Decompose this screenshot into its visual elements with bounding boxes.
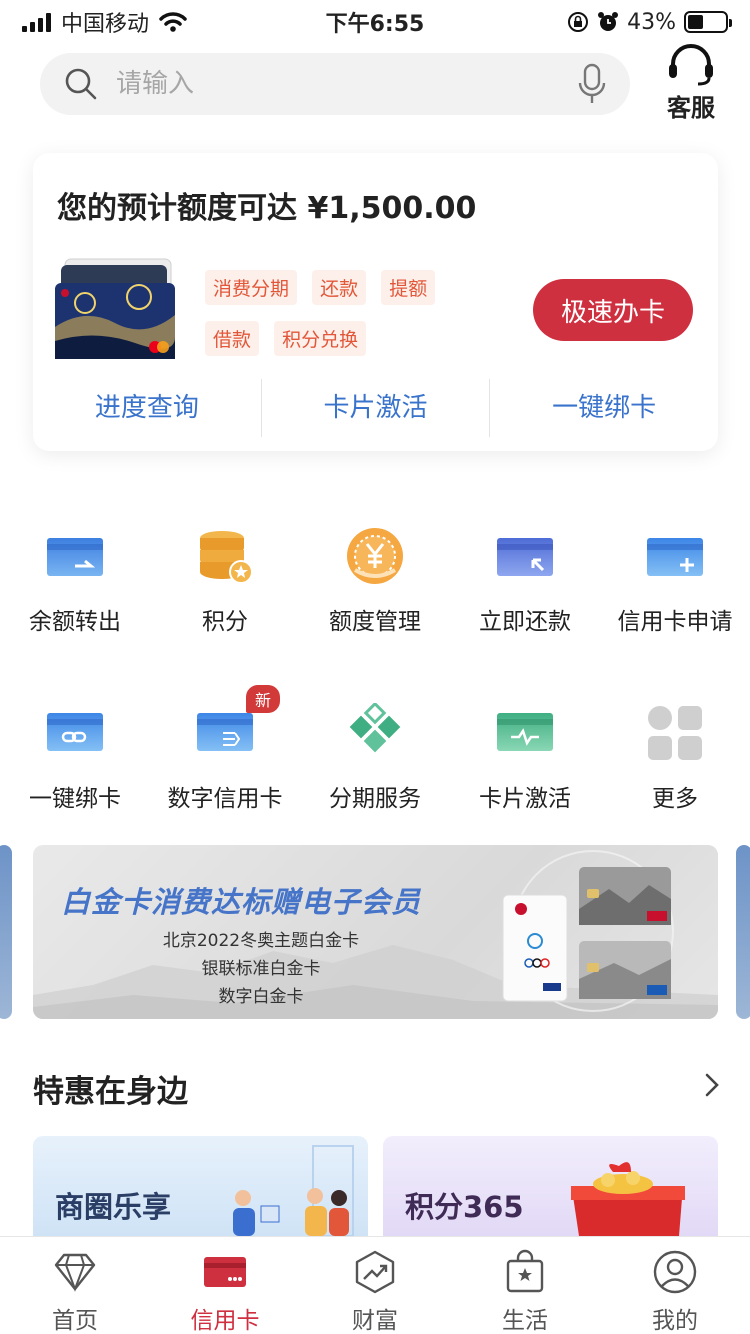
banner-line: 数字白金卡	[218, 987, 304, 1007]
promo-carousel[interactable]: 白金卡消费达标赠电子会员 北京2022冬奥主题白金卡 银联标准白金卡 数字白金卡	[0, 845, 750, 1019]
grid-item-repay-now[interactable]: 立即还款	[450, 526, 600, 636]
search-icon	[65, 68, 97, 100]
grid-item-balance-transfer[interactable]: 余额转出	[0, 526, 150, 636]
deal-title: 商圈乐享	[55, 1190, 172, 1224]
search-bar[interactable]	[40, 53, 630, 115]
rotation-lock-icon	[568, 12, 589, 32]
grid-label: 额度管理	[329, 609, 421, 635]
tag-loan[interactable]: 借款	[205, 321, 260, 356]
shopping-bag-icon	[506, 1249, 544, 1293]
card-activation-link[interactable]: 卡片激活	[262, 379, 491, 437]
prev-banner-peek[interactable]	[0, 845, 12, 1019]
grid-label: 一键绑卡	[29, 786, 121, 812]
battery-percent: 43%	[627, 9, 676, 35]
credit-limit-panel: 您的预计额度可达 ¥1,500.00 消费分期 还款 提额 借款 积分兑换 极速…	[33, 153, 718, 451]
tag-repayment[interactable]: 还款	[312, 270, 367, 305]
grid-item-limit-management[interactable]: 额度管理	[300, 526, 450, 636]
deal-card-shopping[interactable]: 商圈乐享	[33, 1136, 368, 1236]
promo-banner[interactable]: 白金卡消费达标赠电子会员 北京2022冬奥主题白金卡 银联标准白金卡 数字白金卡	[33, 845, 718, 1019]
bottom-tab-bar: 首页 信用卡 财富 生活 我的	[0, 1236, 750, 1334]
estimated-limit-text: 您的预计额度可达 ¥1,500.00	[57, 191, 477, 226]
link-card-icon	[47, 713, 103, 751]
next-banner-peek[interactable]	[736, 845, 750, 1019]
headset-icon	[669, 44, 713, 86]
tab-label: 生活	[502, 1308, 548, 1334]
search-input[interactable]	[116, 69, 578, 99]
credit-card-icon	[204, 1257, 246, 1287]
grid-label: 积分	[202, 609, 248, 635]
grid-item-installment-service[interactable]: 分期服务	[300, 703, 450, 813]
grid-item-card-activation[interactable]: 卡片激活	[450, 703, 600, 813]
cell-signal-icon	[22, 12, 51, 32]
repay-card-icon	[497, 538, 553, 576]
tag-installment[interactable]: 消费分期	[205, 270, 298, 305]
grid-label: 余额转出	[29, 609, 121, 635]
grid-label: 卡片激活	[479, 786, 571, 812]
tab-home[interactable]: 首页	[0, 1237, 150, 1334]
add-card-icon	[647, 538, 703, 576]
activation-card-icon	[497, 713, 553, 751]
banner-subtitle: 北京2022冬奥主题白金卡 银联标准白金卡 数字白金卡	[151, 927, 371, 1011]
tab-wealth[interactable]: 财富	[300, 1237, 450, 1334]
deal-card-points[interactable]: 积分365	[383, 1136, 718, 1236]
grid-item-bind-card[interactable]: 一键绑卡	[0, 703, 150, 813]
wifi-icon	[159, 12, 187, 32]
tag-points-exchange[interactable]: 积分兑换	[274, 321, 367, 356]
service-grid-row-2: 一键绑卡 新 数字信用卡 分期服务 卡片激活 更多	[0, 685, 750, 813]
credit-card-stack-image	[55, 258, 175, 359]
battery-icon	[684, 11, 732, 33]
balance-transfer-icon	[47, 538, 103, 576]
points-coins-icon	[200, 531, 253, 584]
tab-credit-card[interactable]: 信用卡	[150, 1237, 300, 1334]
more-grid-icon	[648, 706, 702, 760]
grid-label: 更多	[652, 786, 698, 812]
platinum-cards-image	[502, 867, 671, 1002]
tab-life[interactable]: 生活	[450, 1237, 600, 1334]
grid-item-digital-card[interactable]: 新 数字信用卡	[150, 685, 300, 813]
customer-service-button[interactable]: 客服	[660, 42, 722, 123]
grid-label: 数字信用卡	[167, 786, 283, 812]
grid-label: 立即还款	[479, 609, 571, 635]
customer-service-label: 客服	[667, 94, 715, 122]
grid-label: 信用卡申请	[617, 609, 733, 635]
tab-label: 财富	[352, 1308, 398, 1334]
banner-title: 白金卡消费达标赠电子会员	[61, 885, 422, 919]
tab-label: 我的	[652, 1308, 698, 1334]
quick-links: 进度查询 卡片激活 一键绑卡	[33, 379, 718, 437]
service-tags: 消费分期 还款 提额 借款 积分兑换	[205, 270, 505, 372]
tab-mine[interactable]: 我的	[600, 1237, 750, 1334]
yuan-coin-icon	[347, 528, 403, 584]
carrier-name: 中国移动	[61, 12, 150, 37]
new-badge: 新	[246, 685, 281, 713]
tab-label: 信用卡	[190, 1308, 260, 1334]
tag-raise-limit[interactable]: 提额	[381, 270, 436, 305]
chevron-right-icon[interactable]	[700, 1070, 724, 1100]
user-profile-icon	[653, 1250, 697, 1294]
installment-diamond-icon	[349, 703, 401, 753]
tab-label: 首页	[52, 1308, 98, 1334]
banner-line: 北京2022冬奥主题白金卡	[162, 931, 360, 951]
grid-label: 分期服务	[329, 786, 421, 812]
deals-section-title: 特惠在身边	[33, 1074, 188, 1110]
battery-level-fill	[688, 15, 704, 29]
alarm-icon	[598, 12, 619, 31]
wealth-chart-icon	[355, 1250, 395, 1294]
progress-query-link[interactable]: 进度查询	[33, 379, 262, 437]
grid-item-points[interactable]: 积分	[150, 526, 300, 636]
status-bar: 中国移动 下午6:55 43%	[0, 0, 750, 44]
quick-apply-button[interactable]: 极速办卡	[533, 279, 693, 341]
banner-line: 银联标准白金卡	[201, 959, 321, 979]
grid-item-card-application[interactable]: 信用卡申请	[600, 526, 750, 636]
service-grid-row-1: 余额转出 积分 额度管理 立即还款 信用卡申请	[0, 526, 750, 636]
grid-item-more[interactable]: 更多	[600, 703, 750, 813]
deal-title: 积分365	[405, 1190, 524, 1224]
bind-card-link[interactable]: 一键绑卡	[490, 379, 718, 437]
diamond-icon	[54, 1253, 96, 1292]
microphone-icon[interactable]	[578, 63, 606, 105]
